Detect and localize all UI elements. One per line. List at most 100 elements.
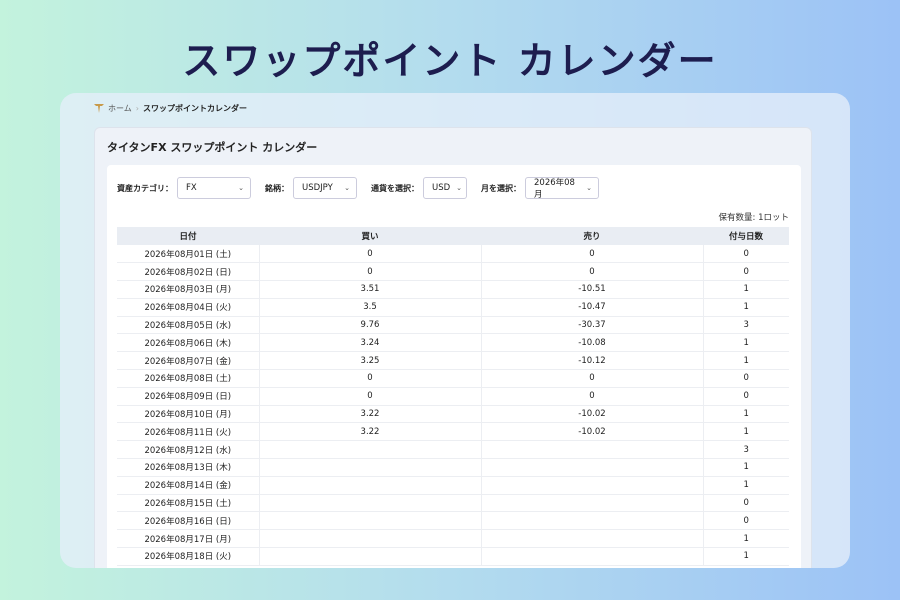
cell-days: 0 (703, 369, 789, 388)
cell-buy (259, 440, 482, 460)
month-label: 月を選択： (481, 183, 521, 193)
cell-sell: -10.12 (481, 351, 704, 371)
breadcrumb-separator: › (135, 104, 139, 113)
cell-days: 0 (703, 511, 789, 531)
chevron-down-icon: ⌄ (456, 184, 463, 192)
table-row: 2026年08月09日 (日) 0 0 0 (117, 387, 789, 406)
cell-sell (481, 476, 704, 495)
cell-days: 1 (703, 529, 789, 549)
currency-label: 通貨を選択： (371, 183, 419, 193)
cell-buy: 3.51 (259, 280, 482, 299)
table-row: 2026年08月03日 (月) 3.51 -10.51 1 (117, 280, 789, 299)
cell-days: 0 (703, 245, 789, 264)
table-row: 2026年08月08日 (土) 0 0 0 (117, 369, 789, 388)
table-body: 2026年08月01日 (土) 0 0 0 2026年08月02日 (日) 0 0 0 2026… (117, 245, 789, 566)
cell-date: 2026年08月01日 (土) (117, 245, 260, 264)
cell-date: 2026年08月17日 (月) (117, 529, 260, 549)
cell-days: 0 (703, 494, 789, 513)
cell-date: 2026年08月18日 (火) (117, 547, 260, 566)
cell-buy: 3.25 (259, 351, 482, 371)
cell-date: 2026年08月04日 (火) (117, 298, 260, 317)
cell-sell: 0 (481, 245, 704, 264)
cell-sell: -10.02 (481, 422, 704, 442)
table-row: 2026年08月06日 (木) 3.24 -10.08 1 (117, 333, 789, 353)
asset-category-select[interactable]: FX ⌄ (177, 177, 251, 199)
cell-days: 1 (703, 298, 789, 317)
cell-date: 2026年08月16日 (日) (117, 511, 260, 531)
cell-sell: -10.02 (481, 405, 704, 424)
chevron-down-icon: ⌄ (238, 184, 244, 192)
table-row: 2026年08月14日 (金) 1 (117, 476, 789, 495)
cell-date: 2026年08月03日 (月) (117, 280, 260, 299)
cell-buy: 3.22 (259, 422, 482, 442)
card-title: タイタンFX スワップポイント カレンダー (107, 141, 318, 154)
swap-table: 日付 買い 売り 付与日数 2026年08月01日 (土) 0 0 0 2026年08月… (117, 227, 789, 566)
cell-sell (481, 440, 704, 460)
table-row: 2026年08月12日 (水) 3 (117, 440, 789, 460)
table-row: 2026年08月17日 (月) 1 (117, 529, 789, 549)
cell-days: 1 (703, 351, 789, 371)
asset-category-value: FX (186, 183, 197, 193)
table-row: 2026年08月15日 (土) 0 (117, 494, 789, 513)
cell-date: 2026年08月12日 (水) (117, 440, 260, 460)
cell-days: 1 (703, 405, 789, 424)
cell-days: 3 (703, 440, 789, 460)
cell-sell: 0 (481, 387, 704, 406)
cell-days: 1 (703, 422, 789, 442)
breadcrumb-current: スワップポイントカレンダー (142, 104, 247, 113)
cell-sell: -30.37 (481, 316, 704, 335)
symbol-value: USDJPY (302, 183, 333, 193)
cell-buy (259, 476, 482, 495)
cell-sell (481, 511, 704, 531)
header-buy: 買い (259, 227, 481, 245)
table-row: 2026年08月05日 (水) 9.76 -30.37 3 (117, 316, 789, 335)
header-date: 日付 (117, 227, 259, 245)
cell-sell (481, 458, 704, 477)
calendar-panel: 資産カテゴリ： FX ⌄ 銘柄： USDJPY ⌄ 通貨を選択： USD ⌄ 月… (107, 165, 801, 568)
cell-days: 1 (703, 333, 789, 353)
home-logo-icon[interactable] (94, 104, 104, 113)
table-row: 2026年08月16日 (日) 0 (117, 511, 789, 531)
cell-buy (259, 494, 482, 513)
header-days: 付与日数 (703, 227, 789, 245)
calendar-card: タイタンFX スワップポイント カレンダー 資産カテゴリ： FX ⌄ 銘柄： U… (94, 127, 812, 568)
breadcrumb: ホーム › スワップポイントカレンダー (94, 103, 247, 114)
chevron-down-icon: ⌄ (586, 184, 592, 192)
holding-quantity: 保有数量: 1ロット (718, 213, 789, 223)
cell-sell: -10.47 (481, 298, 704, 317)
table-header-row: 日付 買い 売り 付与日数 (117, 227, 789, 245)
cell-date: 2026年08月11日 (火) (117, 422, 260, 442)
table-row: 2026年08月01日 (土) 0 0 0 (117, 245, 789, 264)
symbol-label: 銘柄： (265, 183, 289, 193)
cell-buy (259, 511, 482, 531)
cell-date: 2026年08月13日 (木) (117, 458, 260, 477)
breadcrumb-home-link[interactable]: ホーム (108, 103, 132, 114)
cell-sell (481, 529, 704, 549)
table-row: 2026年08月10日 (月) 3.22 -10.02 1 (117, 405, 789, 424)
cell-buy: 0 (259, 262, 482, 282)
cell-date: 2026年08月02日 (日) (117, 262, 260, 282)
cell-buy: 9.76 (259, 316, 482, 335)
cell-date: 2026年08月10日 (月) (117, 405, 260, 424)
table-row: 2026年08月04日 (火) 3.5 -10.47 1 (117, 298, 789, 317)
cell-sell (481, 494, 704, 513)
cell-buy: 3.22 (259, 405, 482, 424)
currency-value: USD (432, 183, 451, 193)
chevron-down-icon: ⌄ (344, 184, 350, 192)
cell-date: 2026年08月06日 (木) (117, 333, 260, 353)
cell-buy: 3.5 (259, 298, 482, 317)
asset-category-label: 資産カテゴリ： (117, 183, 173, 193)
cell-sell: 0 (481, 262, 704, 282)
symbol-select[interactable]: USDJPY ⌄ (293, 177, 357, 199)
currency-select[interactable]: USD ⌄ (423, 177, 467, 199)
cell-date: 2026年08月05日 (水) (117, 316, 260, 335)
header-sell: 売り (481, 227, 703, 245)
cell-days: 0 (703, 387, 789, 406)
cell-days: 1 (703, 458, 789, 477)
month-select[interactable]: 2026年08月 ⌄ (525, 177, 599, 200)
app-window: ホーム › スワップポイントカレンダー タイタンFX スワップポイント カレンダ… (60, 93, 850, 568)
table-row: 2026年08月02日 (日) 0 0 0 (117, 262, 789, 282)
table-row: 2026年08月11日 (火) 3.22 -10.02 1 (117, 422, 789, 442)
cell-buy: 0 (259, 387, 482, 406)
table-row: 2026年08月18日 (火) 1 (117, 547, 789, 566)
